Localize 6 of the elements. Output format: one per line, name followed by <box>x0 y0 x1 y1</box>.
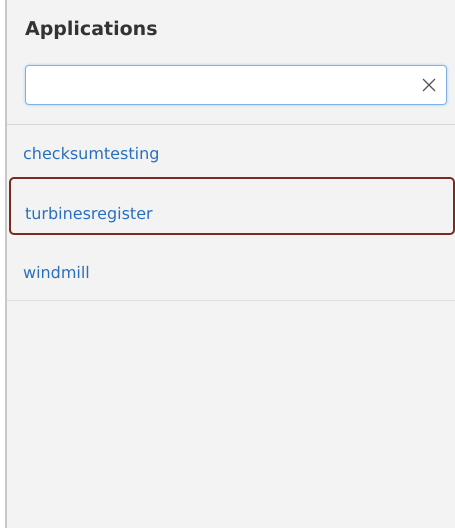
search-field[interactable] <box>25 65 447 105</box>
application-item[interactable]: checksumtesting <box>7 125 455 177</box>
application-item[interactable]: windmill <box>7 245 455 301</box>
application-item[interactable]: turbinesregister <box>9 177 455 235</box>
close-icon[interactable] <box>422 78 436 92</box>
panel-title: Applications <box>25 17 158 42</box>
